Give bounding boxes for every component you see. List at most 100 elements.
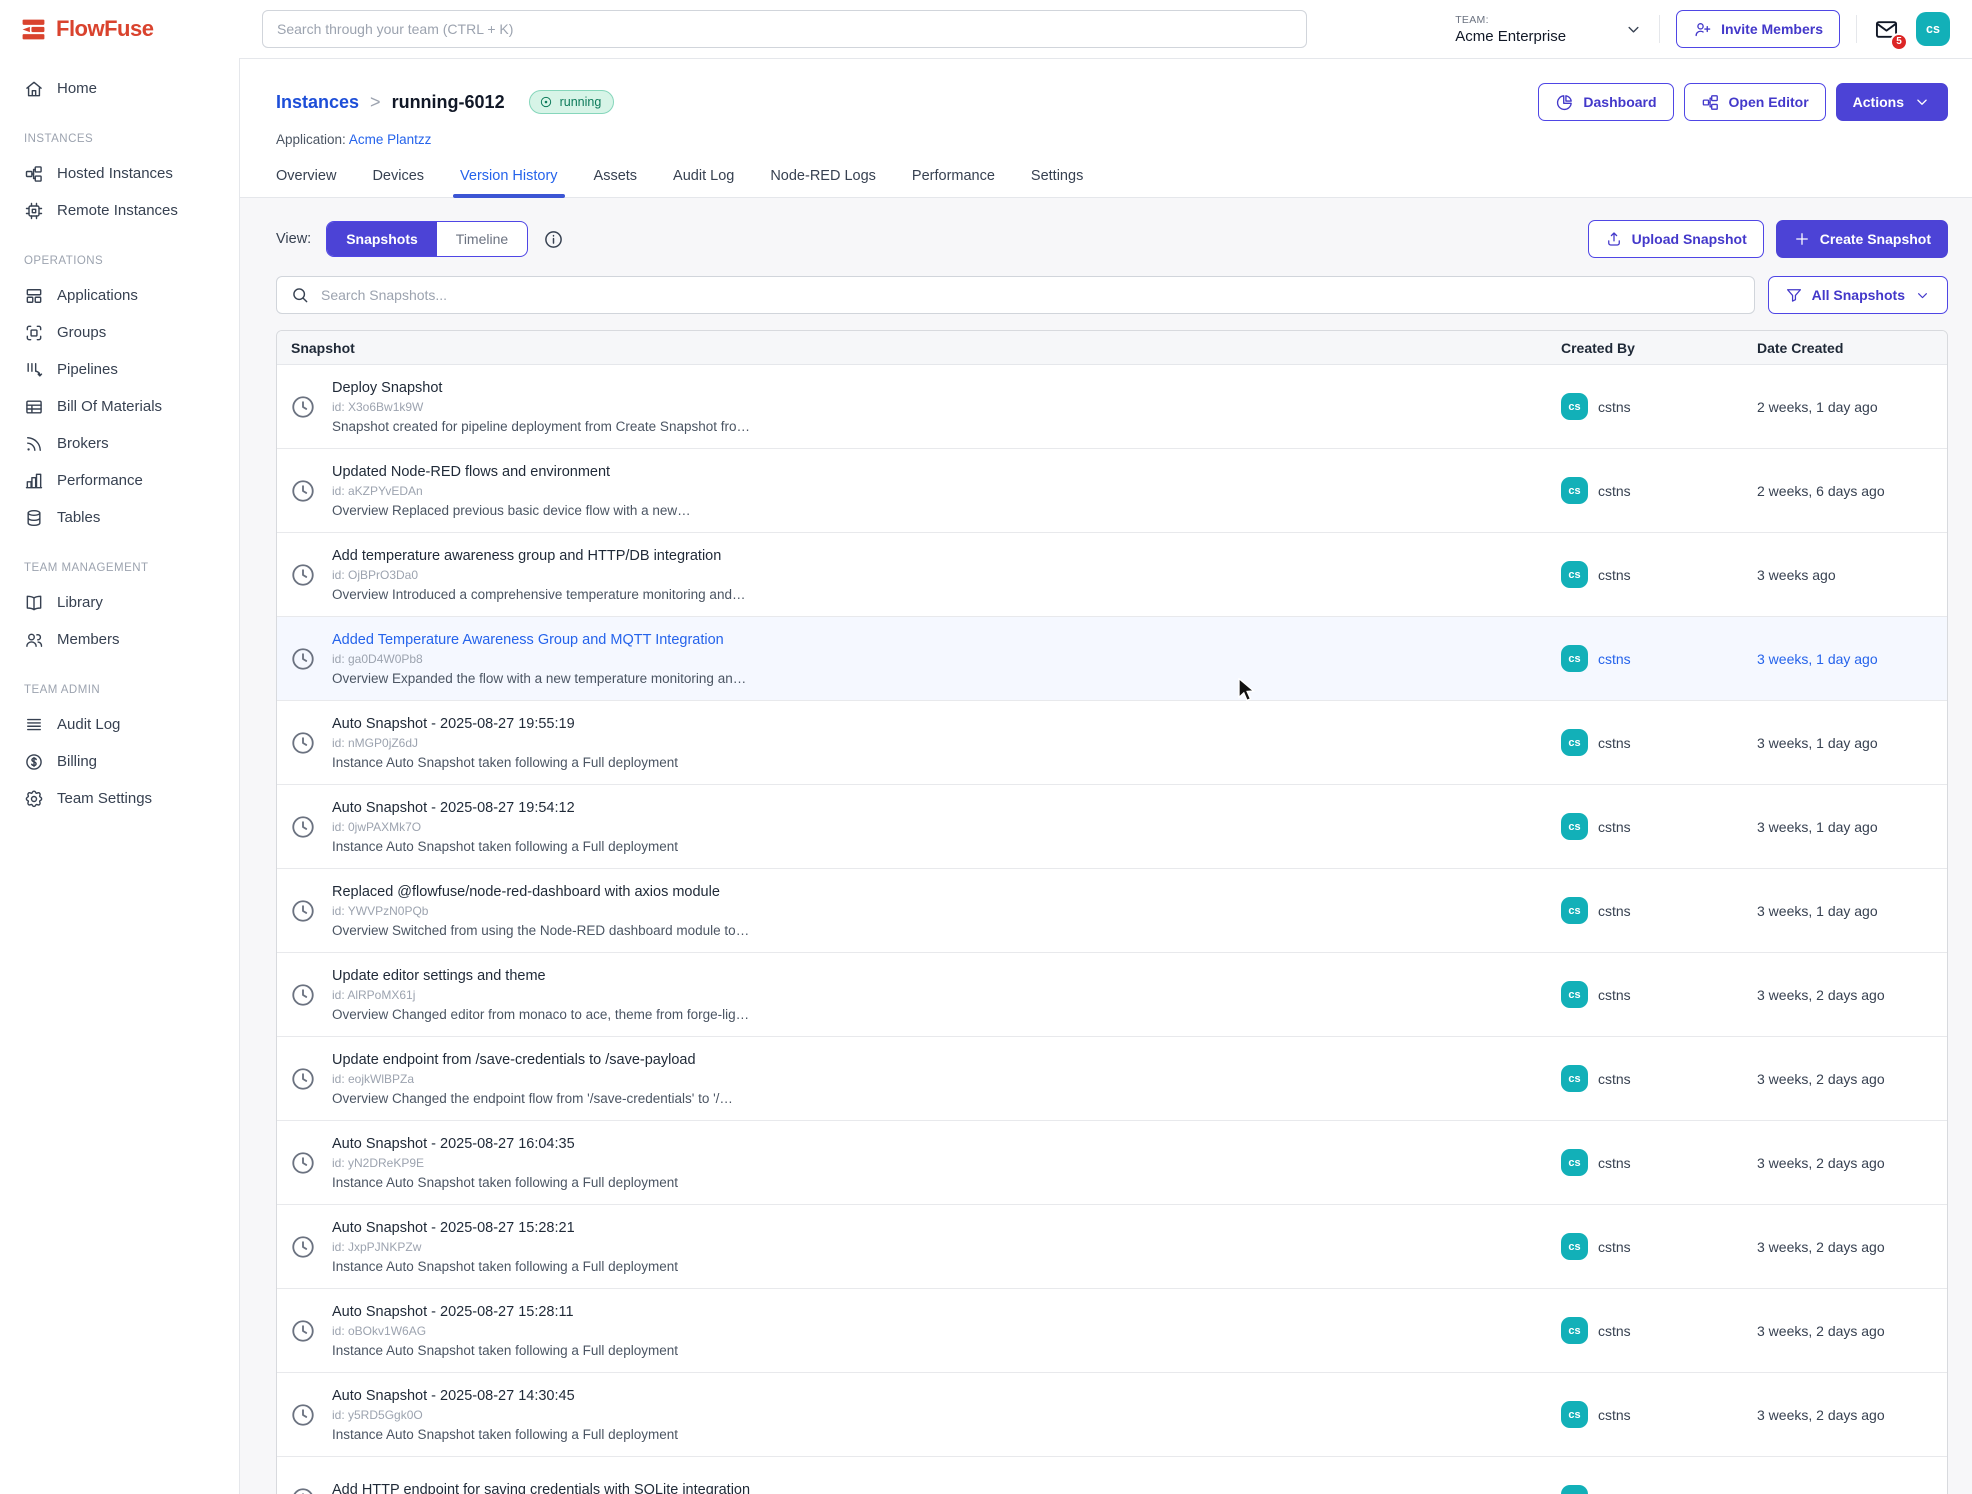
sidebar-item[interactable]: Pipelines	[0, 351, 239, 388]
table-row[interactable]: Add HTTP endpoint for saving credentials…	[277, 1457, 1947, 1494]
snapshot-search-input[interactable]	[321, 287, 1741, 303]
clock-icon	[290, 394, 316, 420]
author-name: cstns	[1598, 567, 1631, 583]
table-row[interactable]: Auto Snapshot - 2025-08-27 14:30:45 id: …	[277, 1373, 1947, 1457]
dashboard-button[interactable]: Dashboard	[1538, 83, 1673, 121]
snapshot-title[interactable]: Auto Snapshot - 2025-08-27 19:54:12	[332, 800, 678, 816]
snapshot-id: id: X3o6Bw1k9W	[332, 400, 750, 414]
snapshot-title[interactable]: Auto Snapshot - 2025-08-27 15:28:11	[332, 1304, 678, 1320]
notifications-button[interactable]: 5	[1873, 16, 1900, 43]
user-avatar[interactable]: cs	[1916, 12, 1950, 46]
application-link[interactable]: Acme Plantzz	[349, 132, 432, 147]
table-row[interactable]: Auto Snapshot - 2025-08-27 19:55:19 id: …	[277, 701, 1947, 785]
snapshot-title[interactable]: Deploy Snapshot	[332, 380, 750, 396]
sidebar-item[interactable]: Brokers	[0, 425, 239, 462]
tab[interactable]: Settings	[1031, 168, 1083, 197]
info-icon[interactable]	[543, 229, 564, 250]
actions-button[interactable]: Actions	[1836, 83, 1948, 121]
create-snapshot-button[interactable]: Create Snapshot	[1776, 220, 1948, 258]
sidebar-section: OPERATIONS Applications Groups Pipelines…	[0, 255, 239, 536]
table-row[interactable]: Replaced @flowfuse/node-red-dashboard wi…	[277, 869, 1947, 953]
view-toggle-timeline[interactable]: Timeline	[437, 222, 527, 256]
sidebar-item[interactable]: Members	[0, 621, 239, 658]
table-row[interactable]: Update editor settings and theme id: AlR…	[277, 953, 1947, 1037]
snapshot-title[interactable]: Update endpoint from /save-credentials t…	[332, 1052, 733, 1068]
team-label: TEAM:	[1455, 14, 1566, 26]
sidebar-item[interactable]: Library	[0, 584, 239, 621]
column-header-snapshot: Snapshot	[277, 340, 1547, 356]
date-created: 3 weeks, 1 day ago	[1737, 735, 1947, 751]
table-row[interactable]: Auto Snapshot - 2025-08-27 19:54:12 id: …	[277, 785, 1947, 869]
snapshot-title[interactable]: Add temperature awareness group and HTTP…	[332, 548, 745, 564]
avatar: cs	[1561, 813, 1588, 840]
invite-members-button[interactable]: Invite Members	[1676, 10, 1840, 48]
table-row[interactable]: Auto Snapshot - 2025-08-27 15:28:21 id: …	[277, 1205, 1947, 1289]
tab[interactable]: Assets	[594, 168, 638, 197]
sidebar-item[interactable]: Audit Log	[0, 706, 239, 743]
sidebar-item-label: Audit Log	[57, 716, 120, 733]
sidebar-item[interactable]: Team Settings	[0, 780, 239, 817]
author-name: cstns	[1598, 651, 1631, 667]
table-row[interactable]: Auto Snapshot - 2025-08-27 15:28:11 id: …	[277, 1289, 1947, 1373]
snapshot-description: Snapshot created for pipeline deployment…	[332, 419, 750, 434]
author-name: cstns	[1598, 1239, 1631, 1255]
sidebar-item[interactable]: Home	[0, 70, 239, 107]
breadcrumb-instances-link[interactable]: Instances	[276, 92, 359, 113]
table-row[interactable]: Added Temperature Awareness Group and MQ…	[277, 617, 1947, 701]
column-header-created-by: Created By	[1547, 340, 1737, 356]
view-toggle-snapshots[interactable]: Snapshots	[327, 222, 437, 256]
sidebar: Home INSTANCES Hosted Instances Remote I…	[0, 58, 240, 1494]
table-row[interactable]: Update endpoint from /save-credentials t…	[277, 1037, 1947, 1121]
avatar: cs	[1561, 477, 1588, 504]
team-search-input[interactable]	[262, 10, 1307, 48]
sidebar-item-label: Billing	[57, 753, 97, 770]
snapshot-title[interactable]: Added Temperature Awareness Group and MQ…	[332, 632, 746, 648]
flowfuse-logo[interactable]: FlowFuse	[0, 16, 240, 43]
sidebar-item[interactable]: Billing	[0, 743, 239, 780]
snapshot-title[interactable]: Auto Snapshot - 2025-08-27 15:28:21	[332, 1220, 678, 1236]
open-editor-button[interactable]: Open Editor	[1684, 83, 1826, 121]
snapshot-filter-button[interactable]: All Snapshots	[1768, 276, 1948, 314]
sidebar-item[interactable]: Groups	[0, 314, 239, 351]
tab[interactable]: Devices	[372, 168, 424, 197]
snapshots-table: Snapshot Created By Date Created Deploy …	[276, 330, 1948, 1494]
table-row[interactable]: Auto Snapshot - 2025-08-27 16:04:35 id: …	[277, 1121, 1947, 1205]
snapshot-id: id: ga0D4W0Pb8	[332, 652, 746, 666]
sidebar-item-icon	[24, 789, 44, 809]
snapshot-title[interactable]: Updated Node-RED flows and environment	[332, 464, 691, 480]
table-row[interactable]: Updated Node-RED flows and environment i…	[277, 449, 1947, 533]
author-name: cstns	[1598, 1071, 1631, 1087]
snapshot-title[interactable]: Replaced @flowfuse/node-red-dashboard wi…	[332, 884, 749, 900]
tab[interactable]: Node-RED Logs	[770, 168, 876, 197]
snapshot-title[interactable]: Auto Snapshot - 2025-08-27 19:55:19	[332, 716, 678, 732]
sidebar-item[interactable]: Tables	[0, 499, 239, 536]
date-created: 3 weeks, 2 days ago	[1737, 1491, 1947, 1494]
sidebar-item-icon	[24, 323, 44, 343]
table-row[interactable]: Add temperature awareness group and HTTP…	[277, 533, 1947, 617]
clock-icon	[290, 898, 316, 924]
snapshot-title[interactable]: Auto Snapshot - 2025-08-27 14:30:45	[332, 1388, 678, 1404]
snapshot-title[interactable]: Add HTTP endpoint for saving credentials…	[332, 1482, 750, 1494]
tab[interactable]: Audit Log	[673, 168, 734, 197]
snapshot-title[interactable]: Update editor settings and theme	[332, 968, 749, 984]
tab[interactable]: Version History	[460, 168, 558, 197]
snapshot-title[interactable]: Auto Snapshot - 2025-08-27 16:04:35	[332, 1136, 678, 1152]
sidebar-item[interactable]: Hosted Instances	[0, 155, 239, 192]
sidebar-item[interactable]: Remote Instances	[0, 192, 239, 229]
date-created: 3 weeks, 1 day ago	[1737, 903, 1947, 919]
team-selector[interactable]: TEAM: Acme Enterprise	[1455, 14, 1643, 45]
sidebar-section-label: TEAM ADMIN	[0, 684, 239, 696]
date-created: 3 weeks, 2 days ago	[1737, 1071, 1947, 1087]
sidebar-item[interactable]: Applications	[0, 277, 239, 314]
tab[interactable]: Performance	[912, 168, 995, 197]
tab-label: Assets	[594, 168, 638, 184]
sidebar-item[interactable]: Bill Of Materials	[0, 388, 239, 425]
sidebar-item[interactable]: Performance	[0, 462, 239, 499]
clock-icon	[290, 730, 316, 756]
date-created: 3 weeks, 2 days ago	[1737, 1323, 1947, 1339]
upload-snapshot-button[interactable]: Upload Snapshot	[1588, 220, 1764, 258]
table-row[interactable]: Deploy Snapshot id: X3o6Bw1k9W Snapshot …	[277, 365, 1947, 449]
tab[interactable]: Overview	[276, 168, 336, 197]
snapshot-description: Overview Switched from using the Node-RE…	[332, 923, 749, 938]
author-name: cstns	[1598, 399, 1631, 415]
